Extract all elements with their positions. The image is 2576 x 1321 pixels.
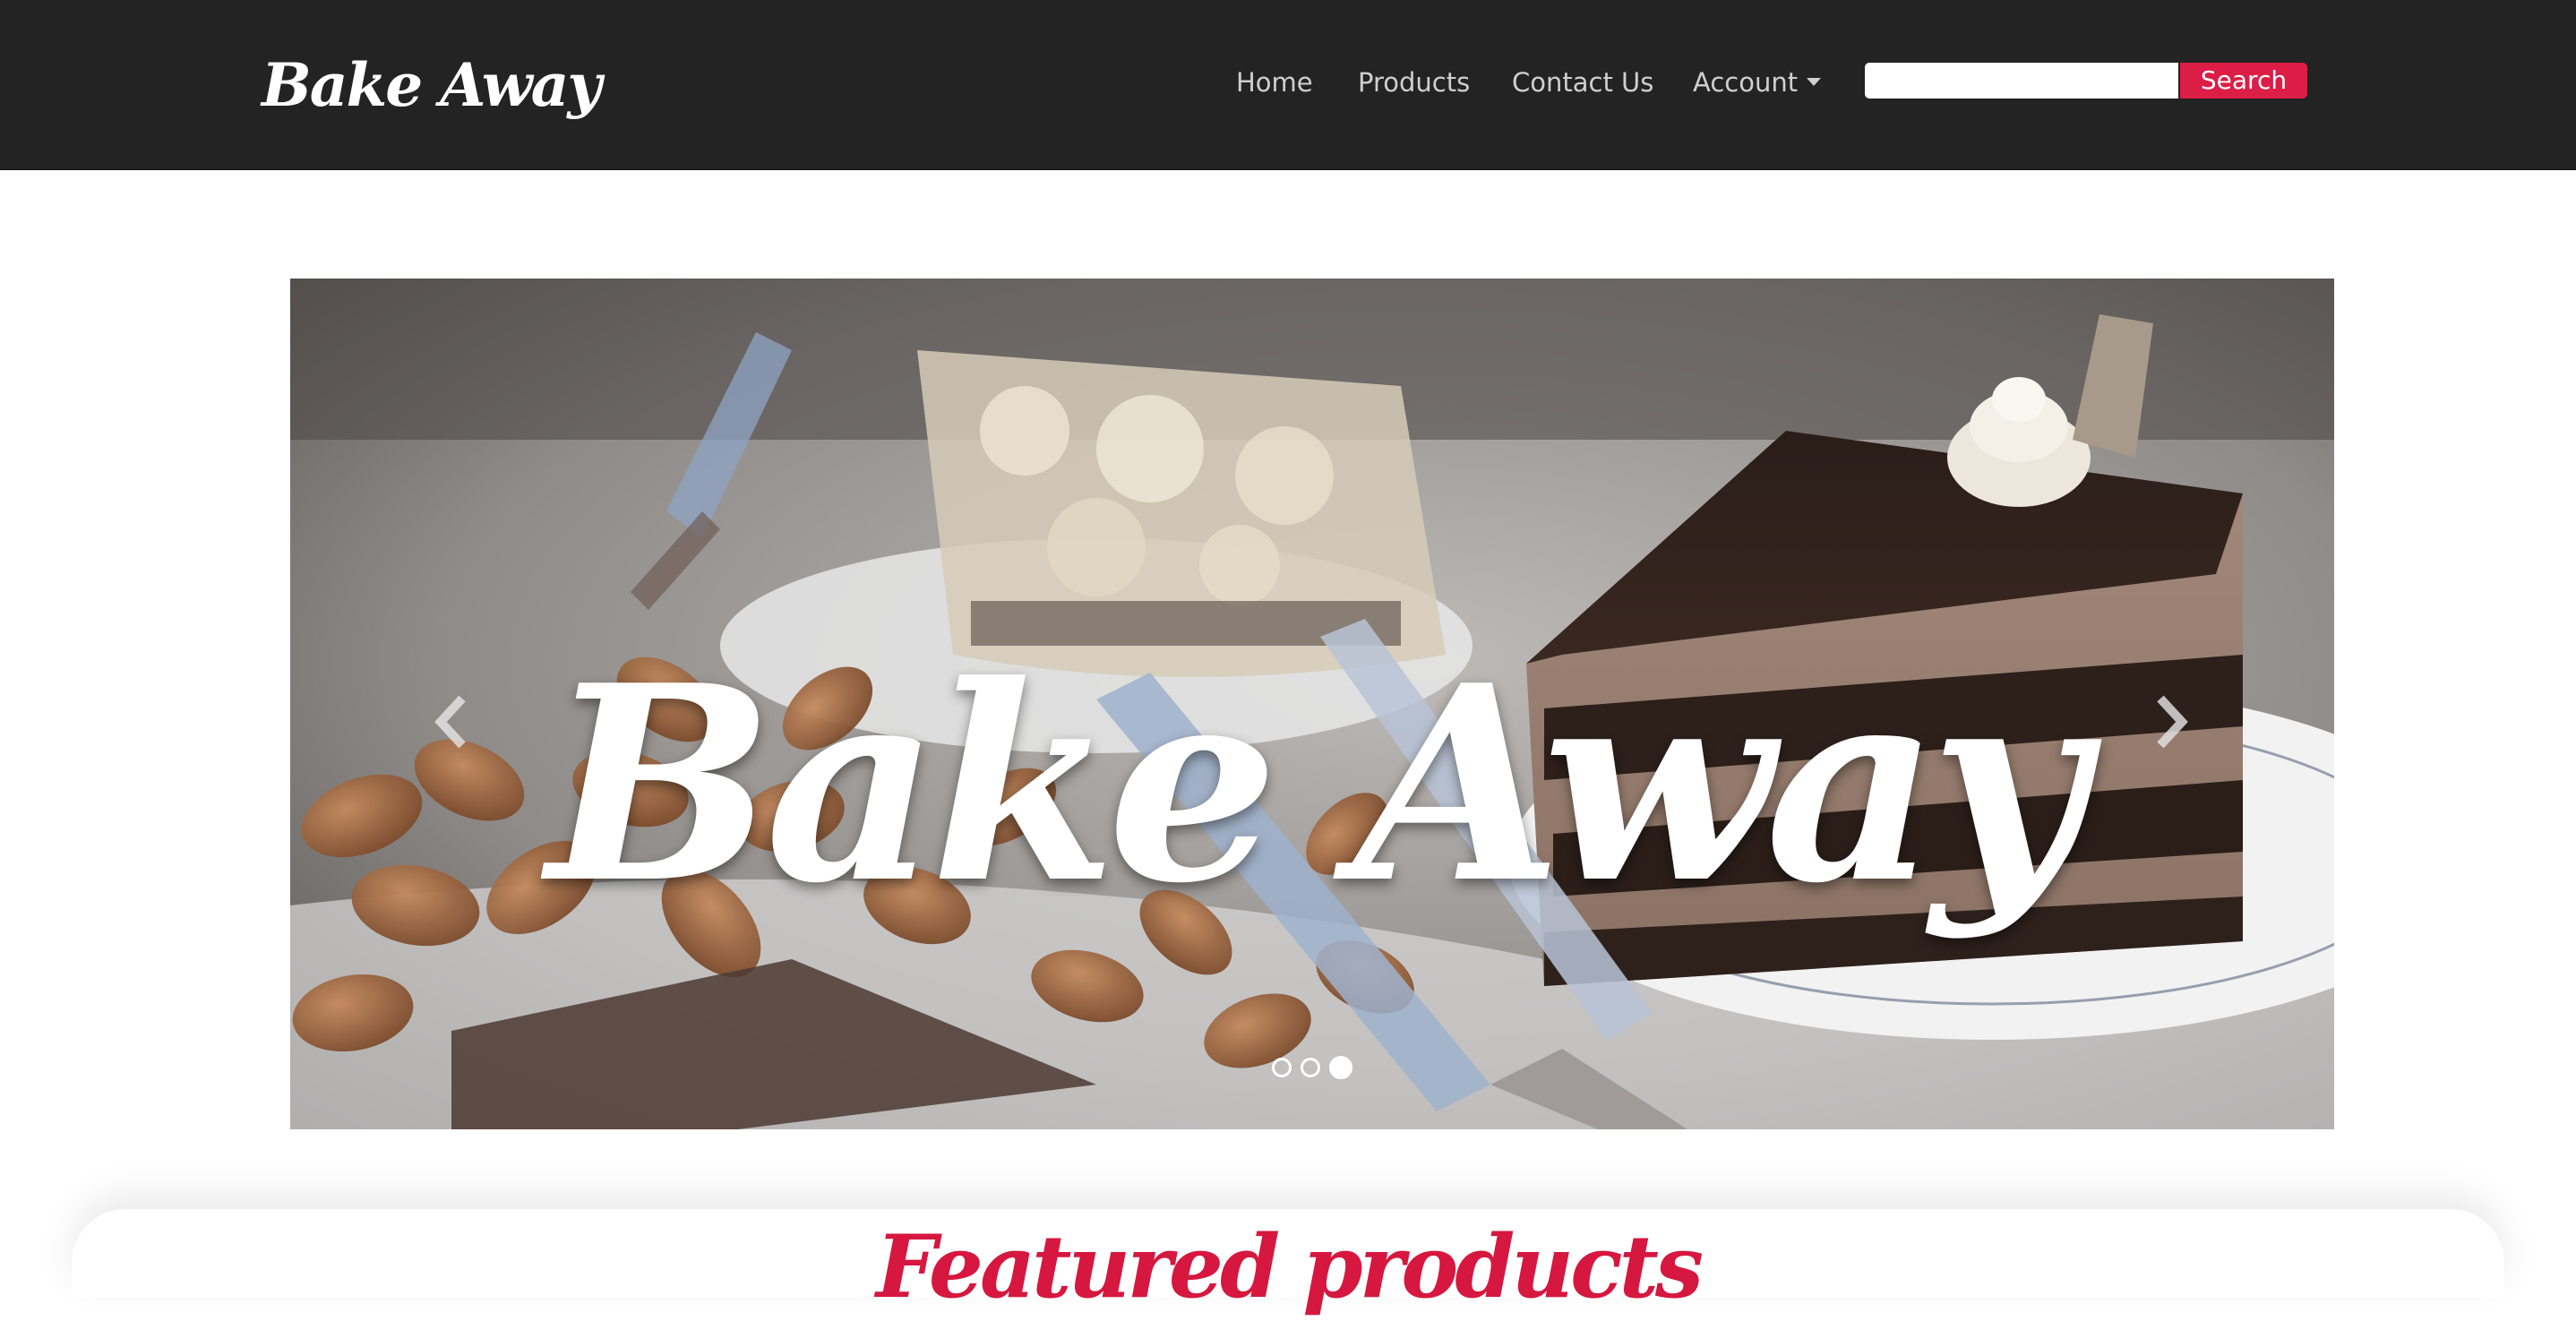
nav-link-account-label: Account (1693, 67, 1799, 98)
search-input[interactable] (1865, 63, 2178, 99)
hero-title: Bake Away (546, 626, 2087, 942)
carousel-indicator-2[interactable] (1301, 1058, 1320, 1077)
carousel-next-button[interactable] (2144, 682, 2198, 762)
chevron-right-icon (2157, 695, 2188, 749)
nav-link-contact-us[interactable]: Contact Us (1512, 63, 1653, 102)
top-navbar: Bake Away Home Products Contact Us Accou… (0, 0, 2576, 170)
caret-down-icon (1807, 77, 1822, 86)
carousel-indicator-1[interactable] (1272, 1058, 1292, 1077)
carousel-indicators (1272, 1056, 1352, 1079)
nav-link-home[interactable]: Home (1236, 63, 1313, 102)
nav-link-products[interactable]: Products (1358, 63, 1470, 102)
nav-link-account-dropdown[interactable]: Account (1693, 63, 1822, 102)
search-button[interactable]: Search (2180, 63, 2307, 99)
chevron-left-icon (434, 695, 466, 749)
hero-carousel: Bake Away (290, 279, 2334, 1129)
featured-products-heading: Featured products (875, 1216, 1704, 1317)
brand-logo-link[interactable]: Bake Away (262, 50, 602, 120)
carousel-prev-button[interactable] (425, 682, 478, 762)
carousel-indicator-3[interactable] (1329, 1056, 1352, 1079)
